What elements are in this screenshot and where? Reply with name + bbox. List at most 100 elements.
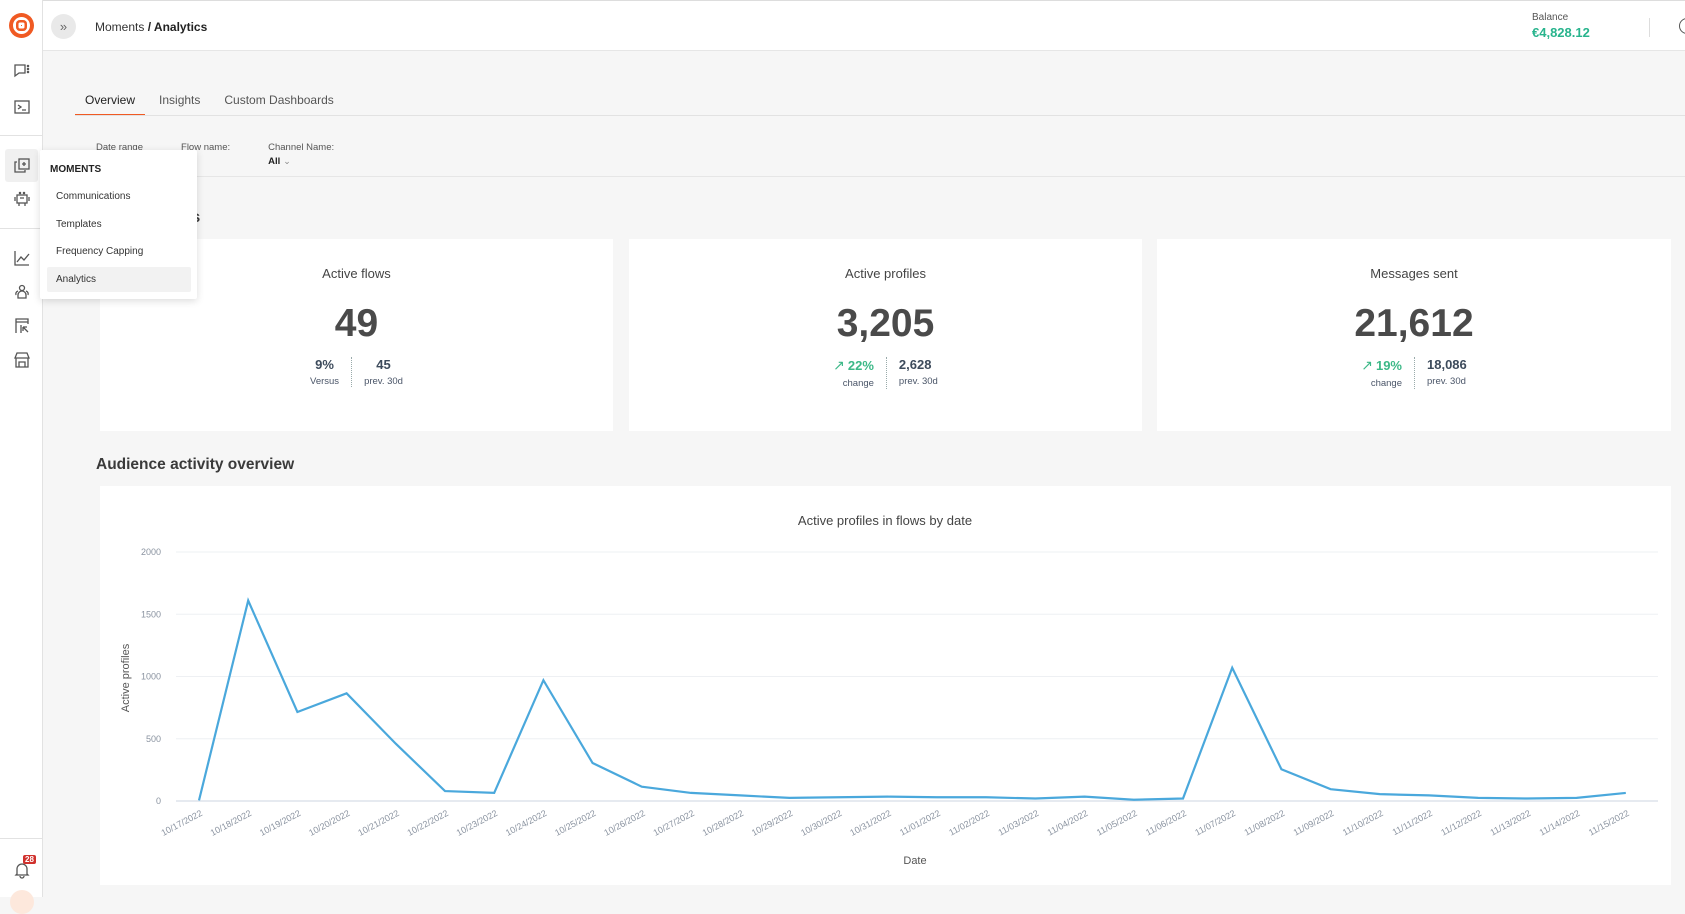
chart-x-axis-label: Date — [903, 855, 926, 867]
trend-up-icon: ↗ — [1361, 357, 1373, 373]
tab-bar: Overview Insights Custom Dashboards — [75, 88, 348, 116]
sidebar-divider — [0, 135, 43, 136]
chart-x-tick-label: 10/25/2022 — [553, 808, 597, 838]
kpi-value: 3,205 — [629, 302, 1142, 346]
chart-x-tick-label: 11/14/2022 — [1538, 808, 1582, 838]
bot-icon[interactable] — [9, 186, 34, 211]
tab-custom-dashboards[interactable]: Custom Dashboards — [214, 88, 343, 116]
chart-x-tick-label: 11/04/2022 — [1046, 808, 1090, 838]
breadcrumb: Moments / Analytics — [95, 20, 207, 34]
chart-x-tick-label: 10/28/2022 — [701, 808, 745, 838]
chart-y-tick-label: 0 — [156, 796, 161, 806]
kpi-change-value: 22% — [848, 358, 874, 373]
menu-item-templates[interactable]: Templates — [47, 212, 191, 237]
filter-channel-name[interactable]: Channel Name: All⌄ — [268, 142, 334, 167]
chart-x-tick-label: 11/08/2022 — [1242, 808, 1286, 838]
kpi-change-caption: change — [833, 378, 874, 389]
exports-icon[interactable] — [9, 313, 34, 338]
filter-label: Channel Name: — [268, 142, 334, 153]
chart-x-tick-label: 10/29/2022 — [750, 808, 794, 838]
chart-title: Active profiles in flows by date — [798, 513, 972, 528]
chart-x-tick-label: 10/31/2022 — [848, 808, 892, 838]
conversations-icon[interactable] — [9, 58, 34, 83]
menu-item-communications[interactable]: Communications — [47, 184, 191, 209]
chart-y-axis-label: Active profiles — [120, 643, 132, 712]
sidebar-divider — [0, 228, 43, 229]
line-chart: Active profiles in flows by date Active … — [100, 486, 1671, 885]
kpi-value: 49 — [100, 302, 613, 346]
chart-x-tick-label: 11/02/2022 — [947, 808, 991, 838]
kpi-title: Active profiles — [629, 266, 1142, 281]
double-chevron-right-icon: » — [60, 19, 67, 34]
breadcrumb-separator: / — [144, 20, 154, 34]
kpi-card-messages-sent: Messages sent 21,612 ↗19% change 18,086 … — [1157, 239, 1671, 431]
kpi-prev-caption: prev. 30d — [364, 376, 403, 387]
store-icon[interactable] — [9, 347, 34, 372]
terminal-icon[interactable] — [9, 94, 34, 119]
moments-icon[interactable] — [5, 149, 38, 182]
chart-x-tick-label: 10/22/2022 — [405, 808, 449, 838]
chart-y-tick-label: 2000 — [141, 547, 161, 557]
chart-x-tick-label: 11/03/2022 — [996, 808, 1040, 838]
chart-y-tick-label: 500 — [146, 734, 161, 744]
chart-x-tick-label: 10/27/2022 — [651, 808, 695, 838]
people-icon[interactable] — [9, 279, 34, 304]
chart-x-tick-label: 11/09/2022 — [1292, 808, 1336, 838]
notifications-badge: 28 — [23, 855, 36, 864]
chart-y-tick-label: 1000 — [141, 672, 161, 682]
brand-logo[interactable] — [9, 13, 34, 38]
chart-x-tick-label: 10/26/2022 — [602, 808, 646, 838]
chart-x-tick-label: 11/12/2022 — [1439, 808, 1483, 838]
moments-flyout-menu: MOMENTS Communications Templates Frequen… — [40, 150, 197, 299]
help-icon[interactable] — [1679, 18, 1685, 34]
chart-y-tick-label: 1500 — [141, 609, 161, 619]
breadcrumb-parent[interactable]: Moments — [95, 20, 144, 34]
chart-x-tick-label: 10/17/2022 — [159, 808, 203, 838]
kpi-card-active-profiles: Active profiles 3,205 ↗22% change 2,628 … — [629, 239, 1142, 431]
tabs-divider — [75, 115, 1685, 116]
sidebar: 28 — [0, 0, 43, 897]
chart-x-tick-label: 11/05/2022 — [1095, 808, 1139, 838]
audience-section-title: Audience activity overview — [96, 456, 294, 474]
chart-x-tick-label: 10/18/2022 — [209, 808, 253, 838]
chart-x-tick-label: 10/19/2022 — [258, 808, 302, 838]
filters-divider — [75, 176, 1685, 177]
breadcrumb-current: Analytics — [154, 20, 207, 34]
chart-x-tick-label: 11/07/2022 — [1193, 808, 1237, 838]
chart-x-tick-label: 10/24/2022 — [504, 808, 548, 838]
balance-widget: Balance €4,828.12 — [1532, 12, 1590, 40]
chart-x-tick-label: 10/20/2022 — [307, 808, 351, 838]
kpi-change-caption: change — [1361, 378, 1402, 389]
analytics-icon[interactable] — [9, 245, 34, 270]
kpi-prev-value: 2,628 — [899, 357, 938, 372]
trend-up-icon: ↗ — [833, 357, 845, 373]
menu-item-analytics[interactable]: Analytics — [47, 267, 191, 292]
chart-x-tick-label: 10/21/2022 — [356, 808, 400, 838]
chart-x-tick-label: 11/11/2022 — [1391, 808, 1434, 837]
menu-title: MOMENTS — [50, 164, 101, 175]
user-avatar[interactable] — [10, 890, 34, 914]
tab-insights[interactable]: Insights — [149, 88, 210, 116]
kpi-value: 21,612 — [1157, 302, 1671, 346]
filter-value: All — [268, 156, 280, 167]
balance-value: €4,828.12 — [1532, 25, 1590, 40]
kpi-change-value: 19% — [1376, 358, 1402, 373]
sidebar-divider — [0, 838, 43, 839]
kpi-prev-caption: prev. 30d — [899, 376, 938, 387]
expand-sidebar-button[interactable]: » — [51, 14, 76, 39]
menu-item-frequency-capping[interactable]: Frequency Capping — [47, 239, 191, 264]
tab-overview[interactable]: Overview — [75, 88, 145, 116]
kpi-prev-value: 18,086 — [1427, 357, 1467, 372]
chevron-down-icon: ⌄ — [283, 156, 291, 166]
chart-x-tick-label: 11/01/2022 — [898, 808, 942, 838]
kpi-title: Messages sent — [1157, 266, 1671, 281]
chart-x-tick-label: 11/10/2022 — [1341, 808, 1385, 838]
kpi-change-caption: Versus — [310, 376, 339, 387]
balance-label: Balance — [1532, 12, 1590, 23]
chart-x-tick-label: 11/15/2022 — [1587, 808, 1631, 838]
header-divider — [1649, 18, 1650, 37]
chart-card: Active profiles in flows by date Active … — [100, 486, 1671, 885]
chart-x-tick-label: 10/30/2022 — [799, 808, 843, 838]
kpi-prev-value: 45 — [364, 357, 403, 372]
top-header: » Moments / Analytics Balance €4,828.12 — [43, 0, 1685, 51]
